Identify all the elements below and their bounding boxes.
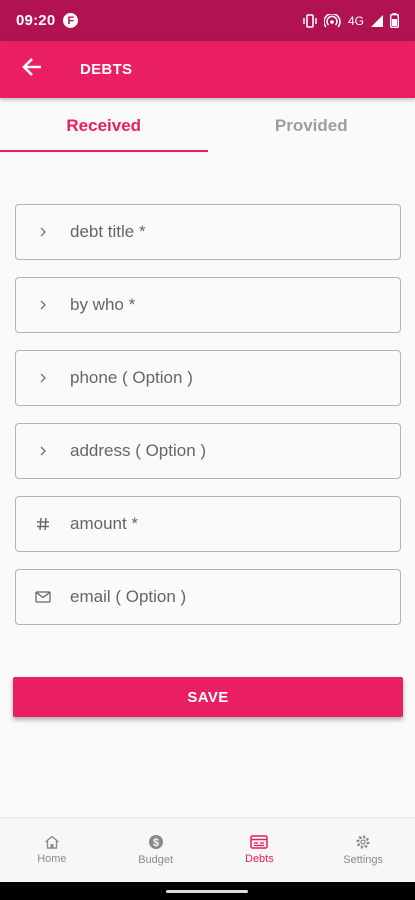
network-type: 4G (347, 13, 364, 28)
phone-field (15, 350, 401, 406)
nav-item-settings[interactable]: Settings (311, 818, 415, 882)
hotspot-icon (323, 13, 342, 28)
nav-label-budget: Budget (138, 854, 174, 866)
app-bar: DEBTS (0, 41, 415, 98)
nav-item-budget[interactable]: $ Budget (104, 818, 208, 882)
dollar-circle-icon: $ (148, 834, 164, 850)
by-who-input[interactable] (70, 278, 400, 332)
chevron-right-icon (16, 446, 70, 456)
system-nav-bar (0, 882, 415, 900)
debt-title-input[interactable] (70, 205, 400, 259)
save-button[interactable]: SAVE (13, 677, 403, 717)
email-input[interactable] (70, 570, 400, 624)
back-button[interactable] (0, 41, 66, 98)
tab-bar: Received Provided (0, 98, 415, 154)
by-who-field (15, 277, 401, 333)
nav-item-debts[interactable]: Debts (208, 818, 312, 882)
nav-label-settings: Settings (343, 854, 383, 866)
status-time: 09:20 (16, 12, 56, 29)
signal-icon (370, 14, 384, 28)
battery-icon (390, 13, 399, 28)
home-icon (44, 835, 60, 849)
status-bar: 09:20 F 4G (0, 0, 415, 41)
chevron-right-icon (16, 300, 70, 310)
address-field (15, 423, 401, 479)
notification-f-icon: F (63, 13, 79, 28)
arrow-back-icon (21, 56, 43, 83)
vibrate-icon (302, 13, 318, 28)
gear-icon (355, 834, 371, 850)
svg-text:$: $ (153, 837, 159, 849)
nav-item-home[interactable]: Home (0, 818, 104, 882)
debts-icon (250, 835, 269, 849)
page-title: DEBTS (80, 61, 133, 78)
chevron-right-icon (16, 227, 70, 237)
status-icons: 4G (302, 13, 399, 28)
nav-label-home: Home (37, 853, 67, 865)
nav-label-debts: Debts (245, 853, 274, 865)
amount-input[interactable] (70, 497, 400, 551)
debt-title-field (15, 204, 401, 260)
phone-input[interactable] (70, 351, 400, 405)
mail-icon (16, 591, 70, 603)
home-gesture-pill[interactable] (166, 890, 248, 893)
bottom-nav: Home $ Budget Debts Settings (0, 817, 415, 882)
address-input[interactable] (70, 424, 400, 478)
email-field (15, 569, 401, 625)
hash-icon (16, 517, 70, 531)
debt-form (15, 204, 401, 642)
tab-received[interactable]: Received (0, 98, 208, 154)
amount-field (15, 496, 401, 552)
tab-provided[interactable]: Provided (208, 98, 415, 154)
chevron-right-icon (16, 373, 70, 383)
